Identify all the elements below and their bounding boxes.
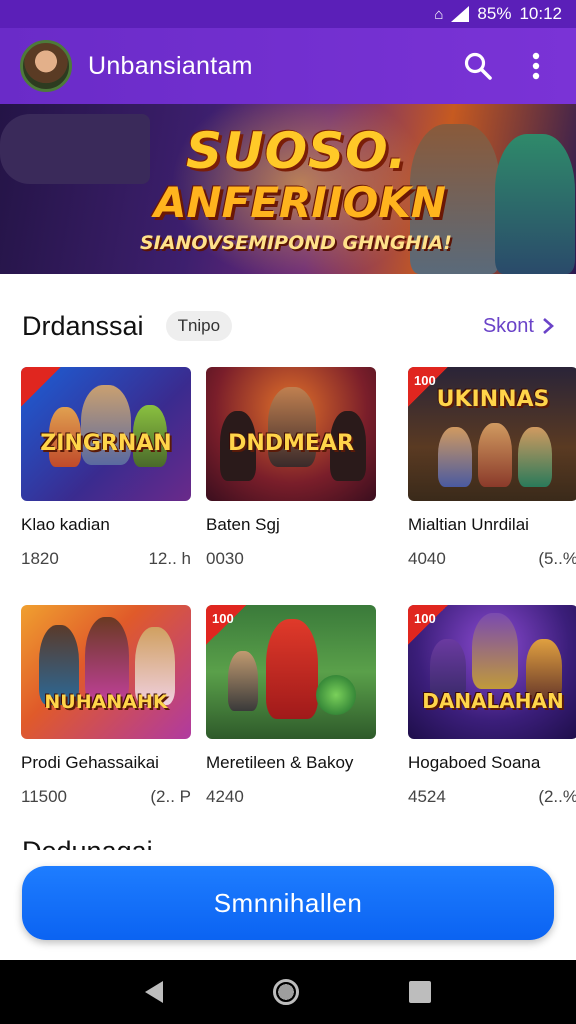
game-meta: 4240 (206, 787, 376, 807)
game-card[interactable]: DNDMEAR Baten Sgj 0030 (206, 367, 376, 569)
signal-icon (451, 6, 470, 22)
banner-cannon (0, 114, 150, 184)
game-logo-text: NUHANAHK (44, 691, 168, 713)
ribbon-badge (21, 367, 61, 407)
character-figure (228, 651, 258, 711)
game-thumbnail: ZINGRNAN (21, 367, 191, 501)
game-meta: 1820 12.. h (21, 549, 191, 569)
banner-headline: SUOSO. (186, 122, 408, 180)
more-options-button[interactable] (514, 44, 558, 88)
character-figure (266, 619, 318, 719)
status-bar: ⌂ 85% 10:12 (0, 0, 576, 28)
character-figure (472, 613, 518, 689)
game-meta: 0030 (206, 549, 376, 569)
game-logo-text: ZINGRNAN (40, 431, 172, 456)
game-stat: 0030 (206, 549, 244, 568)
game-extra: (2..% (538, 787, 576, 806)
search-button[interactable] (456, 44, 500, 88)
character-figure (438, 427, 472, 487)
game-thumbnail: 100 UKINNAS (408, 367, 576, 501)
banner-tagline: SIANOVSEMIPOND GHNGHIA! (140, 232, 452, 254)
game-name: Hogaboed Soana (408, 753, 541, 772)
section-title: Drdanssai (22, 310, 144, 341)
see-all-link[interactable]: Skont (483, 315, 554, 338)
game-extra: (2.. P (150, 787, 191, 806)
game-stat: 4524 (408, 787, 446, 806)
game-stat: 11500 (21, 787, 68, 806)
subscribe-button-label: Smnnihallen (213, 887, 363, 918)
game-meta: 4524 (2..% (408, 787, 576, 807)
game-logo-text: DANALAHAN (422, 689, 564, 713)
game-logo-text: DNDMEAR (228, 431, 354, 456)
second-section-title: Dedunagai (22, 836, 153, 850)
recents-icon[interactable] (409, 981, 431, 1003)
game-stat: 4040 (408, 549, 446, 568)
game-extra: (5..% (538, 549, 576, 568)
character-figure (518, 427, 552, 487)
avatar[interactable] (20, 40, 72, 92)
game-card[interactable]: NUHANAHK Prodi Gehassaikai 11500 (2.. P (21, 605, 191, 807)
ribbon-badge-text: 100 (414, 373, 436, 388)
subscribe-button[interactable]: Smnnihallen (22, 866, 554, 940)
game-thumbnail: 100 (206, 605, 376, 739)
game-stat: 4240 (206, 787, 244, 806)
character-figure (316, 675, 356, 715)
ribbon-badge-text: 100 (414, 611, 436, 626)
game-card[interactable]: 100 Meretileen & Bakoy 4240 (206, 605, 376, 807)
clock: 10:12 (519, 4, 562, 23)
character-figure (478, 423, 512, 487)
home-icon[interactable] (273, 979, 299, 1005)
game-name: Prodi Gehassaikai (21, 753, 159, 772)
game-thumbnail: 100 DANALAHAN (408, 605, 576, 739)
game-logo-text: UKINNAS (436, 387, 550, 412)
search-icon (464, 52, 492, 80)
game-name: Meretileen & Bakoy (206, 753, 354, 772)
see-all-label: Skont (482, 314, 534, 337)
banner-subheadline: ANFERIIOKN (154, 178, 447, 227)
wifi-icon: ⌂ (434, 5, 444, 23)
ribbon-badge-text: 100 (212, 611, 234, 626)
back-icon[interactable] (145, 981, 163, 1003)
app-screen: ⌂ 85% 10:12 Unbansiantam SUOSO. ANFERIIO… (0, 0, 576, 1024)
game-card[interactable]: 100 UKINNAS Mialtian Unrdilai 4040 (5..% (408, 367, 576, 569)
chevron-right-icon (543, 318, 554, 334)
promo-banner[interactable]: SUOSO. ANFERIIOKN SIANOVSEMIPOND GHNGHIA… (0, 104, 576, 274)
more-vert-icon (532, 52, 540, 80)
game-stat: 1820 (21, 549, 59, 568)
battery-level: 85% (477, 4, 512, 23)
game-thumbnail: DNDMEAR (206, 367, 376, 501)
game-name: Klao kadian (21, 515, 110, 534)
app-bar: Unbansiantam (0, 28, 576, 104)
game-thumbnail: NUHANAHK (21, 605, 191, 739)
game-extra: 12.. h (148, 549, 191, 568)
game-card[interactable]: 100 DANALAHAN Hogaboed Soana 4524 (2..% (408, 605, 576, 807)
system-nav-bar (0, 960, 576, 1024)
banner-hero-knight (495, 134, 575, 274)
game-card[interactable]: ZINGRNAN Klao kadian 1820 12.. h (21, 367, 191, 569)
game-meta: 11500 (2.. P (21, 787, 191, 807)
section-header: Drdanssai Tnipo Skont (0, 300, 576, 352)
app-title: Unbansiantam (88, 51, 253, 80)
game-meta: 4040 (5..% (408, 549, 576, 569)
game-name: Mialtian Unrdilai (408, 515, 529, 534)
game-name: Baten Sgj (206, 515, 280, 534)
section-tag[interactable]: Tnipo (165, 311, 233, 341)
